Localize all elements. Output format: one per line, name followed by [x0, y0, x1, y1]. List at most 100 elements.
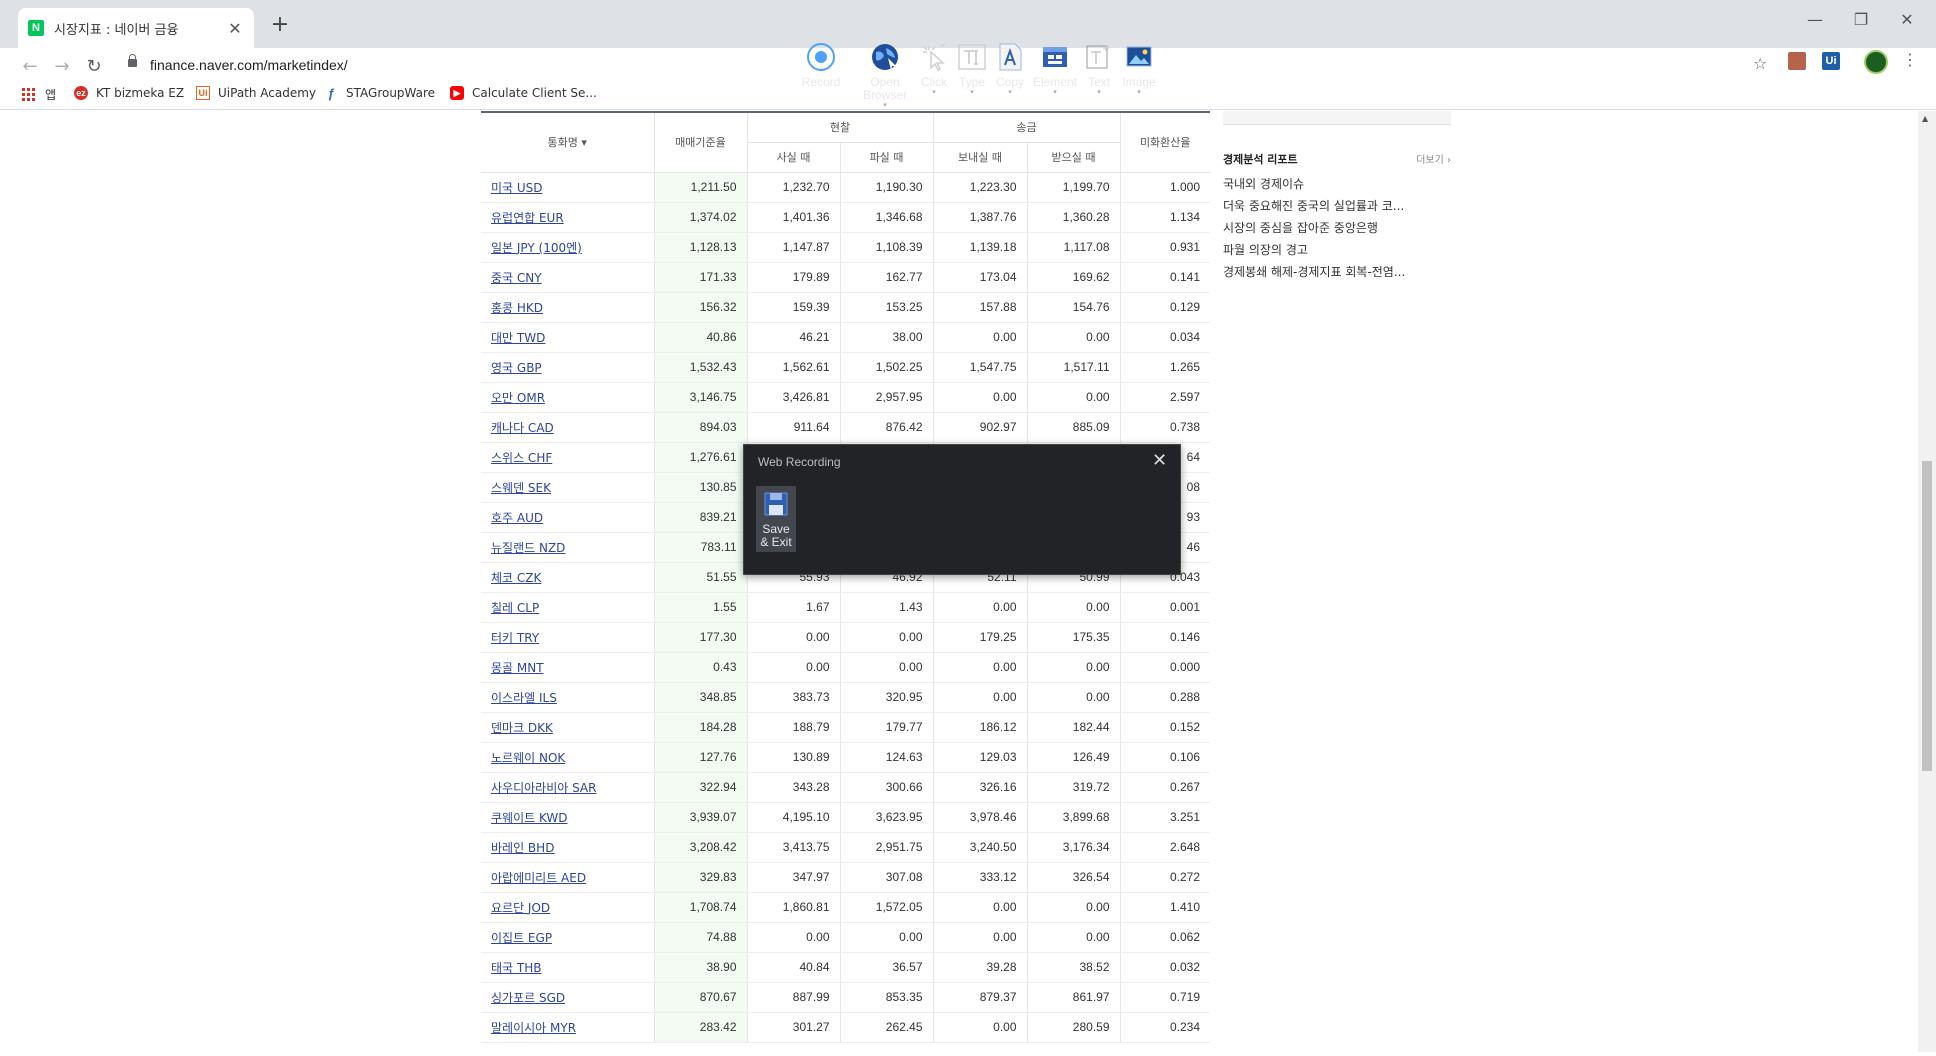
cash-sell-cell: 153.25 — [839, 292, 933, 323]
table-row: 미국 USD 1,211.50 1,232.70 1,190.30 1,223.30 1,… — [481, 172, 1210, 203]
usd-rate-cell: 0.032 — [1119, 952, 1210, 983]
currency-link[interactable]: 싱가포르 SGD — [491, 991, 565, 1005]
scroll-up-icon[interactable]: ▲ — [1922, 114, 1928, 123]
cash-buy-cell: 1,860.81 — [746, 892, 840, 923]
tool-label: Record — [801, 75, 841, 89]
menu-kebab-icon[interactable]: ⋮ — [1902, 50, 1918, 69]
receive-cell: 0.00 — [1026, 322, 1120, 353]
minimize-button[interactable]: — — [1800, 10, 1830, 29]
tab-active[interactable]: N 시장지표 : 네이버 금융 ✕ — [18, 8, 254, 48]
window-close-button[interactable]: ✕ — [1892, 10, 1922, 29]
vertical-scrollbar[interactable]: ▲ — [1918, 111, 1936, 1052]
cash-buy-cell: 911.64 — [746, 412, 840, 443]
record-button[interactable]: Record — [800, 42, 842, 89]
currency-link[interactable]: 캐나다 CAD — [491, 421, 554, 435]
bookmark-uipath-academy[interactable]: Ui UiPath Academy — [196, 86, 316, 100]
currency-link[interactable]: 칠레 CLP — [491, 601, 539, 615]
cash-sell-cell: 320.95 — [839, 682, 933, 713]
currency-cell: 오만 OMR — [481, 382, 654, 413]
copy-button[interactable]: Copy ▾ — [993, 42, 1027, 97]
currency-cell: 유럽연합 EUR — [481, 202, 654, 233]
currency-link[interactable]: 태국 THB — [491, 961, 541, 975]
currency-cell: 태국 THB — [481, 952, 654, 983]
currency-cell: 스위스 CHF — [481, 442, 654, 473]
uipath-ext-icon[interactable]: Ui — [1822, 52, 1840, 70]
base-rate-cell: 329.83 — [653, 862, 747, 893]
send-cell: 173.04 — [932, 262, 1027, 293]
currency-link[interactable]: 오만 OMR — [491, 391, 545, 405]
image-button[interactable]: Image ▾ — [1118, 42, 1160, 97]
currency-link[interactable]: 홍콩 HKD — [491, 301, 543, 315]
profile-avatar[interactable] — [1864, 50, 1888, 74]
scrollbar-thumb[interactable] — [1922, 461, 1932, 771]
back-arrow-icon[interactable]: ← — [18, 56, 42, 77]
currency-cell: 이집트 EGP — [481, 922, 654, 953]
currency-link[interactable]: 말레이시아 MYR — [491, 1021, 576, 1035]
currency-link[interactable]: 몽골 MNT — [491, 661, 544, 675]
forward-arrow-icon[interactable]: → — [50, 56, 74, 77]
element-button[interactable]: Element ▾ — [1030, 42, 1080, 97]
report-item[interactable]: 더욱 중요해진 중국의 실업률과 코... — [1223, 195, 1451, 217]
pdf-icon[interactable] — [1788, 52, 1806, 70]
bookmark-calculate-client[interactable]: ▶ Calculate Client Se... — [450, 86, 597, 100]
report-item[interactable]: 시장의 중심을 잡아준 중앙은행 — [1223, 217, 1451, 239]
cash-sell-cell: 1,190.30 — [839, 172, 933, 203]
currency-link[interactable]: 쿠웨이트 KWD — [491, 811, 568, 825]
currency-link[interactable]: 요르단 JOD — [491, 901, 550, 915]
currency-link[interactable]: 이집트 EGP — [491, 931, 552, 945]
type-button[interactable]: Type ▾ — [955, 42, 989, 97]
currency-link[interactable]: 호주 AUD — [491, 511, 543, 525]
currency-link[interactable]: 스웨덴 SEK — [491, 481, 551, 495]
send-cell: 39.28 — [932, 952, 1027, 983]
exchange-rate-table: 통화명 ▾ 매매기준율 현찰 송금 미화환산율 사실 때 파실 때 보내실 때 … — [481, 111, 1210, 1043]
currency-link[interactable]: 덴마크 DKK — [491, 721, 553, 735]
table-row: 영국 GBP 1,532.43 1,562.61 1,502.25 1,547.75 1,… — [481, 352, 1210, 383]
click-button[interactable]: Click ▾ — [916, 42, 952, 97]
currency-link[interactable]: 바레인 BHD — [491, 841, 554, 855]
currency-link[interactable]: 이스라엘 ILS — [491, 691, 557, 705]
bookmark-stagroupware[interactable]: ƒ STAGroupWare — [324, 86, 435, 101]
currency-cell: 홍콩 HKD — [481, 292, 654, 323]
cash-sell-cell: 3,623.95 — [839, 802, 933, 833]
bookmark-star-icon[interactable]: ☆ — [1753, 54, 1767, 73]
bookmark-apps[interactable]: 앱 — [22, 86, 56, 103]
dropdown-caret-icon: ▾ — [1008, 89, 1012, 96]
currency-link[interactable]: 뉴질랜드 NZD — [491, 541, 565, 555]
base-rate-cell: 783.11 — [653, 532, 747, 563]
currency-link[interactable]: 아랍에미리트 AED — [491, 871, 586, 885]
report-item[interactable]: 파월 의장의 경고 — [1223, 239, 1451, 261]
sidebar: 경제분석 리포트 더보기 › 국내외 경제이슈 더욱 중요해진 중국의 실업률과… — [1223, 111, 1451, 283]
currency-link[interactable]: 노르웨이 NOK — [491, 751, 565, 765]
bookmark-kt-bizmeka[interactable]: ez KT bizmeka EZ — [74, 86, 184, 100]
col-header-currency[interactable]: 통화명 ▾ — [481, 111, 654, 173]
reload-icon[interactable]: ↻ — [82, 56, 106, 77]
new-tab-button[interactable]: + — [268, 12, 292, 37]
currency-link[interactable]: 유럽연합 EUR — [491, 211, 564, 225]
currency-link[interactable]: 대만 TWD — [491, 331, 545, 345]
open-browser-button[interactable]: Open Browser ▾ — [858, 42, 912, 110]
currency-link[interactable]: 사우디아라비아 SAR — [491, 781, 596, 795]
dropdown-caret-icon: ▾ — [1097, 89, 1101, 96]
restore-button[interactable]: ❐ — [1846, 10, 1876, 29]
more-link[interactable]: 더보기 › — [1416, 151, 1451, 167]
currency-link[interactable]: 영국 GBP — [491, 361, 542, 375]
url-text[interactable]: finance.naver.com/marketindex/ — [150, 57, 348, 73]
currency-link[interactable]: 일본 JPY (100엔) — [491, 241, 582, 255]
lock-icon — [128, 54, 137, 67]
report-item[interactable]: 국내외 경제이슈 — [1223, 173, 1451, 195]
currency-link[interactable]: 체코 CZK — [491, 571, 541, 585]
recorder-close-icon[interactable]: ✕ — [1152, 450, 1167, 471]
cash-buy-cell: 0.00 — [746, 652, 840, 683]
save-exit-button[interactable]: Save & Exit — [757, 489, 795, 549]
text-button[interactable]: Text ▾ — [1083, 42, 1115, 97]
base-rate-cell: 1.55 — [653, 592, 747, 623]
cash-buy-cell: 46.21 — [746, 322, 840, 353]
cash-buy-cell: 343.28 — [746, 772, 840, 803]
report-item[interactable]: 경제봉쇄 해제-경제지표 회복-전염... — [1223, 261, 1451, 283]
currency-link[interactable]: 미국 USD — [491, 181, 543, 195]
uipath-icon: Ui — [196, 86, 210, 100]
currency-link[interactable]: 터키 TRY — [491, 631, 539, 645]
currency-link[interactable]: 스위스 CHF — [491, 451, 552, 465]
tab-close-icon[interactable]: ✕ — [226, 19, 244, 38]
currency-link[interactable]: 중국 CNY — [491, 271, 542, 285]
